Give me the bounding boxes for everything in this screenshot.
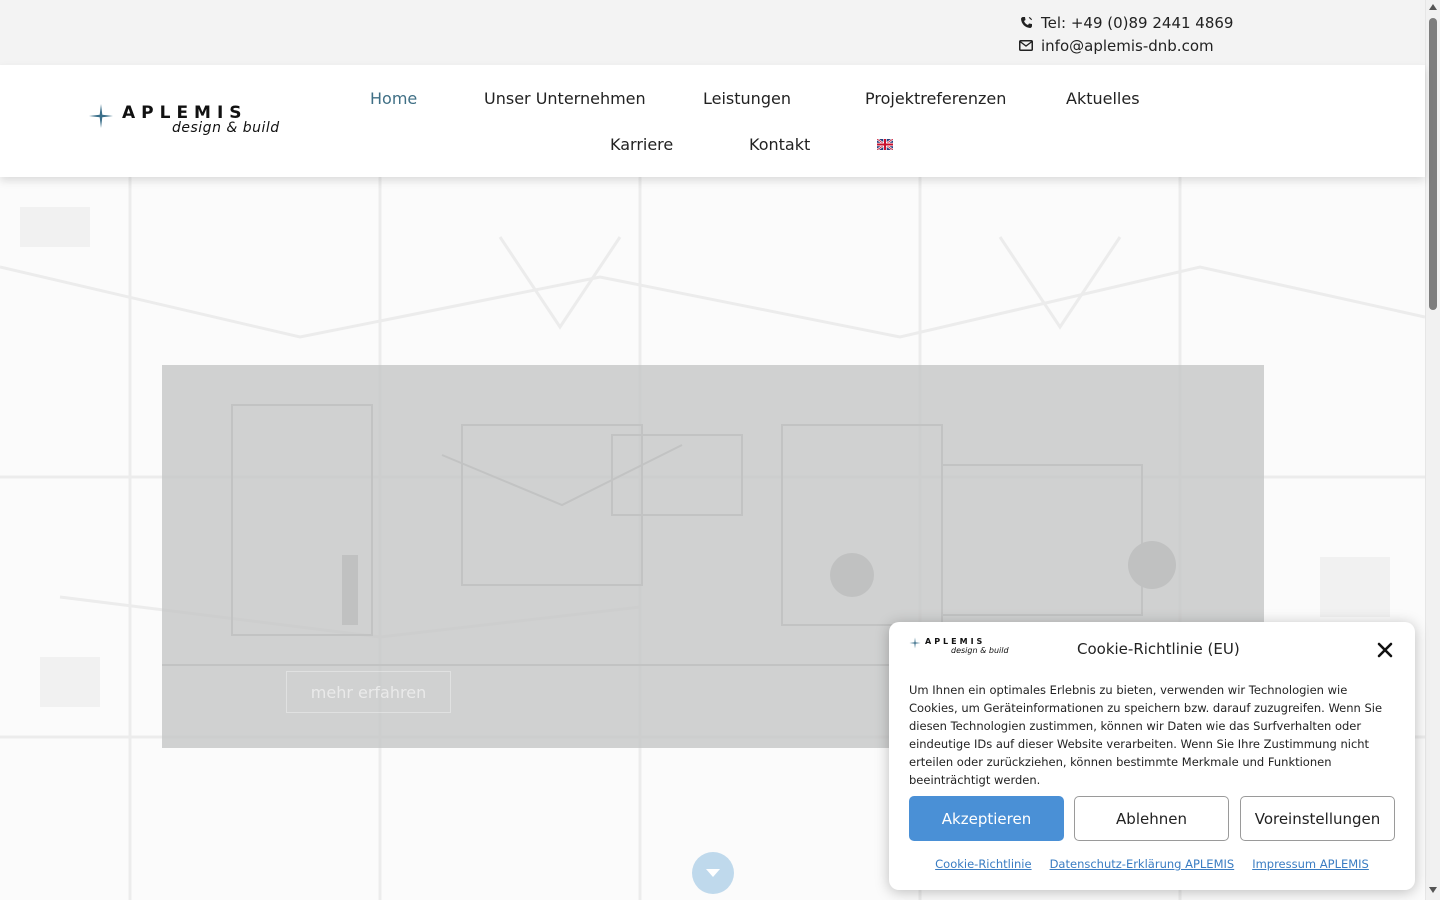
phone-link[interactable]: Tel: +49 (0)89 2441 4869 xyxy=(1018,11,1233,34)
cookie-policy-link[interactable]: Cookie-Richtlinie xyxy=(935,857,1031,871)
nav-item-projektreferenzen[interactable]: Projektreferenzen xyxy=(865,89,1006,108)
accept-button[interactable]: Akzeptieren xyxy=(909,796,1064,841)
envelope-icon xyxy=(1018,40,1034,51)
nav-item-kontakt[interactable]: Kontakt xyxy=(749,135,810,154)
phone-text: Tel: +49 (0)89 2441 4869 xyxy=(1041,13,1234,32)
site-logo[interactable]: APLEMIS design & build xyxy=(88,103,288,139)
nav-item-aktuelles[interactable]: Aktuelles xyxy=(1066,89,1140,108)
imprint-link[interactable]: Impressum APLEMIS xyxy=(1252,857,1369,871)
logo-tagline: design & build xyxy=(172,120,280,136)
email-link[interactable]: info@aplemis-dnb.com xyxy=(1018,34,1233,57)
cookie-dialog-title: Cookie-Richtlinie (EU) xyxy=(1077,640,1240,658)
close-icon[interactable] xyxy=(1375,640,1395,660)
deny-button[interactable]: Ablehnen xyxy=(1074,796,1229,841)
scroll-down-button[interactable] xyxy=(692,852,734,894)
cookie-dialog-logo: APLEMIS design & build xyxy=(909,637,1011,657)
cookie-logo-tagline: design & build xyxy=(951,646,1009,655)
scroll-down-arrow-icon[interactable] xyxy=(1429,887,1437,893)
scroll-up-arrow-icon[interactable] xyxy=(1429,4,1437,10)
more-info-button[interactable]: mehr erfahren xyxy=(286,671,451,713)
site-header: APLEMIS design & build Home Unser Untern… xyxy=(0,65,1425,177)
cookie-logo-brand: APLEMIS xyxy=(925,637,986,646)
contact-info: Tel: +49 (0)89 2441 4869 info@aplemis-dn… xyxy=(1018,11,1233,57)
page-scrollbar[interactable] xyxy=(1425,0,1440,900)
logo-star-icon xyxy=(89,104,113,128)
nav-item-unser-unternehmen[interactable]: Unser Unternehmen xyxy=(484,89,646,108)
preferences-button[interactable]: Voreinstellungen xyxy=(1240,796,1395,841)
phone-icon xyxy=(1018,16,1034,29)
nav-item-karriere[interactable]: Karriere xyxy=(610,135,673,154)
nav-item-home[interactable]: Home xyxy=(370,89,417,108)
cookie-dialog-text: Um Ihnen ein optimales Erlebnis zu biete… xyxy=(909,683,1383,787)
chevron-down-icon xyxy=(706,869,720,877)
uk-flag-icon[interactable] xyxy=(877,139,893,150)
logo-star-icon xyxy=(909,637,921,649)
top-contact-bar: Tel: +49 (0)89 2441 4869 info@aplemis-dn… xyxy=(0,0,1425,65)
email-text: info@aplemis-dnb.com xyxy=(1041,36,1214,55)
privacy-policy-link[interactable]: Datenschutz-Erklärung APLEMIS xyxy=(1050,857,1235,871)
scrollbar-thumb[interactable] xyxy=(1429,18,1437,310)
cookie-consent-dialog: APLEMIS design & build Cookie-Richtlinie… xyxy=(889,622,1415,890)
nav-item-leistungen[interactable]: Leistungen xyxy=(703,89,791,108)
cookie-dialog-links: Cookie-Richtlinie Datenschutz-Erklärung … xyxy=(889,857,1415,871)
